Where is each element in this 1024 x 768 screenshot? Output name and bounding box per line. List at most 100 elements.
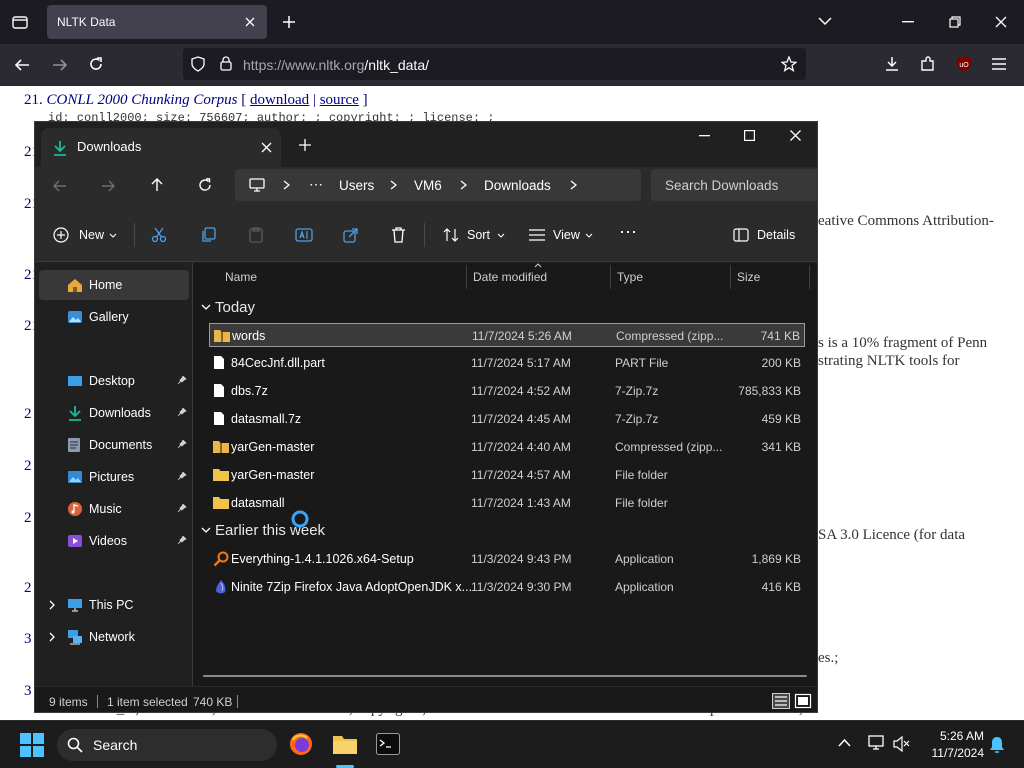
breadcrumb-item-downloads[interactable]: Downloads bbox=[484, 178, 551, 193]
column-divider[interactable] bbox=[466, 265, 467, 289]
close-tab-icon[interactable] bbox=[261, 142, 272, 153]
refresh-icon[interactable] bbox=[198, 178, 212, 192]
up-arrow-icon[interactable] bbox=[150, 178, 164, 192]
column-divider[interactable] bbox=[610, 265, 611, 289]
pin-icon[interactable] bbox=[177, 375, 187, 385]
sidebar-item-gallery[interactable]: Gallery bbox=[39, 302, 189, 332]
back-arrow-icon[interactable] bbox=[14, 57, 30, 73]
pin-icon[interactable] bbox=[177, 471, 187, 481]
more-options-icon[interactable]: ⋯ bbox=[619, 222, 637, 243]
new-tab-icon[interactable] bbox=[299, 139, 311, 151]
sidebar-item-desktop[interactable]: Desktop bbox=[39, 366, 189, 396]
hamburger-menu-icon[interactable] bbox=[992, 58, 1006, 70]
column-header-type[interactable]: Type bbox=[617, 270, 643, 284]
column-header-name[interactable]: Name bbox=[225, 270, 257, 284]
file-row-dbs-7z[interactable]: dbs.7z 11/7/2024 4:52 AM 7-Zip.7z 785,83… bbox=[209, 379, 805, 403]
details-pane-button[interactable]: Details bbox=[729, 221, 809, 249]
file-row-datasmall-7z[interactable]: datasmall.7z 11/7/2024 4:45 AM 7-Zip.7z … bbox=[209, 407, 805, 431]
network-display-icon[interactable] bbox=[868, 735, 886, 751]
delete-trash-icon[interactable] bbox=[391, 227, 406, 243]
group-header-today[interactable]: Today bbox=[201, 297, 401, 319]
breadcrumb-item-vm6[interactable]: VM6 bbox=[414, 178, 442, 193]
pin-icon[interactable] bbox=[177, 407, 187, 417]
address-bar[interactable]: https://www.nltk.org/nltk_data/ bbox=[183, 48, 806, 80]
tab-overflow-chevron-icon[interactable] bbox=[818, 16, 832, 26]
volume-muted-icon[interactable] bbox=[893, 736, 911, 752]
expand-chevron-icon[interactable] bbox=[49, 600, 55, 610]
notification-bell-icon[interactable] bbox=[989, 736, 1005, 754]
file-row-words[interactable]: words 11/7/2024 5:26 AM Compressed (zipp… bbox=[209, 323, 805, 347]
close-tab-icon[interactable] bbox=[244, 16, 256, 28]
breadcrumb-overflow-icon[interactable]: ⋯ bbox=[309, 176, 323, 193]
explorer-tab-downloads[interactable]: Downloads bbox=[41, 128, 281, 167]
url-text[interactable]: https://www.nltk.org/nltk_data/ bbox=[243, 57, 429, 73]
copy-icon[interactable] bbox=[200, 227, 216, 243]
new-tab-icon[interactable] bbox=[282, 15, 296, 29]
sidebar-item-pictures[interactable]: Pictures bbox=[39, 462, 189, 492]
view-button[interactable]: View bbox=[525, 221, 599, 249]
maximize-icon[interactable] bbox=[744, 130, 755, 141]
downloads-icon[interactable] bbox=[884, 56, 900, 72]
file-explorer-taskbar-icon[interactable] bbox=[332, 732, 358, 756]
large-icons-view-icon[interactable] bbox=[794, 693, 812, 709]
column-header-size[interactable]: Size bbox=[737, 270, 760, 284]
close-window-icon[interactable] bbox=[995, 16, 1007, 28]
pin-icon[interactable] bbox=[177, 439, 187, 449]
clock[interactable]: 5:26 AM 11/7/2024 bbox=[918, 728, 988, 762]
share-icon[interactable] bbox=[343, 227, 359, 243]
column-divider[interactable] bbox=[809, 265, 810, 289]
computer-monitor-icon[interactable] bbox=[249, 178, 265, 192]
breadcrumb-item-users[interactable]: Users bbox=[339, 178, 374, 193]
ublock-origin-icon[interactable]: uO bbox=[955, 55, 973, 73]
group-header-earlier-this-week[interactable]: Earlier this week bbox=[201, 520, 421, 542]
file-row-84cecjnf-dll-part[interactable]: 84CecJnf.dll.part 11/7/2024 5:17 AM PART… bbox=[209, 351, 805, 375]
forward-arrow-icon[interactable] bbox=[101, 179, 115, 193]
paste-clipboard-icon[interactable] bbox=[248, 227, 264, 243]
sidebar-item-documents[interactable]: Documents bbox=[39, 430, 189, 460]
chevron-up-icon[interactable] bbox=[838, 739, 851, 747]
sidebar-item-videos[interactable]: Videos bbox=[39, 526, 189, 556]
firefox-icon[interactable] bbox=[289, 732, 313, 756]
start-windows-icon[interactable] bbox=[20, 733, 44, 757]
sidebar-item-this-pc[interactable]: This PC bbox=[39, 590, 189, 620]
sidebar-item-network[interactable]: Network bbox=[39, 622, 189, 652]
browser-tab-nltk[interactable]: NLTK Data bbox=[47, 5, 267, 39]
file-row-ninite-installer[interactable]: Ninite 7Zip Firefox Java AdoptOpenJDK x.… bbox=[209, 575, 805, 599]
extensions-puzzle-icon[interactable] bbox=[920, 56, 936, 72]
back-arrow-icon[interactable] bbox=[53, 179, 67, 193]
minimize-icon[interactable] bbox=[902, 21, 914, 23]
cut-scissors-icon[interactable] bbox=[151, 227, 167, 243]
sidebar-item-downloads[interactable]: Downloads bbox=[39, 398, 189, 428]
sidebar-item-music[interactable]: Music bbox=[39, 494, 189, 524]
sidebar-item-home[interactable]: Home bbox=[39, 270, 189, 300]
download-link[interactable]: download bbox=[250, 92, 309, 108]
file-row-yargen-master-zip[interactable]: yarGen-master 11/7/2024 4:40 AM Compress… bbox=[209, 435, 805, 459]
horizontal-scrollbar[interactable] bbox=[203, 675, 807, 677]
reload-icon[interactable] bbox=[88, 56, 104, 72]
bookmark-star-icon[interactable] bbox=[781, 56, 797, 72]
tab-list-icon[interactable] bbox=[12, 14, 28, 30]
chevron-right-icon[interactable] bbox=[570, 180, 577, 190]
rename-icon[interactable] bbox=[295, 227, 313, 243]
file-row-yargen-master-folder[interactable]: yarGen-master 11/7/2024 4:57 AM File fol… bbox=[209, 463, 805, 487]
column-divider[interactable] bbox=[730, 265, 731, 289]
close-window-icon[interactable] bbox=[790, 130, 801, 141]
terminal-icon[interactable] bbox=[376, 733, 400, 755]
minimize-icon[interactable] bbox=[699, 135, 710, 137]
file-row-everything-setup[interactable]: Everything-1.4.1.1026.x64-Setup 11/3/202… bbox=[209, 547, 805, 571]
details-view-icon[interactable] bbox=[772, 693, 790, 709]
expand-chevron-icon[interactable] bbox=[49, 632, 55, 642]
restore-icon[interactable] bbox=[949, 16, 961, 28]
shield-icon[interactable] bbox=[191, 56, 205, 72]
search-input[interactable]: Search Downloads bbox=[651, 169, 817, 201]
pin-icon[interactable] bbox=[177, 503, 187, 513]
breadcrumb[interactable]: ⋯ Users VM6 Downloads bbox=[235, 169, 641, 201]
forward-arrow-icon[interactable] bbox=[52, 57, 68, 73]
new-button[interactable]: New bbox=[49, 221, 119, 249]
column-header-date-modified[interactable]: Date modified bbox=[473, 270, 547, 284]
pin-icon[interactable] bbox=[177, 535, 187, 545]
taskbar-search-box[interactable]: Search bbox=[57, 729, 277, 761]
source-link[interactable]: source bbox=[320, 92, 359, 108]
sort-button[interactable]: Sort bbox=[439, 221, 509, 249]
lock-icon[interactable] bbox=[220, 56, 232, 71]
